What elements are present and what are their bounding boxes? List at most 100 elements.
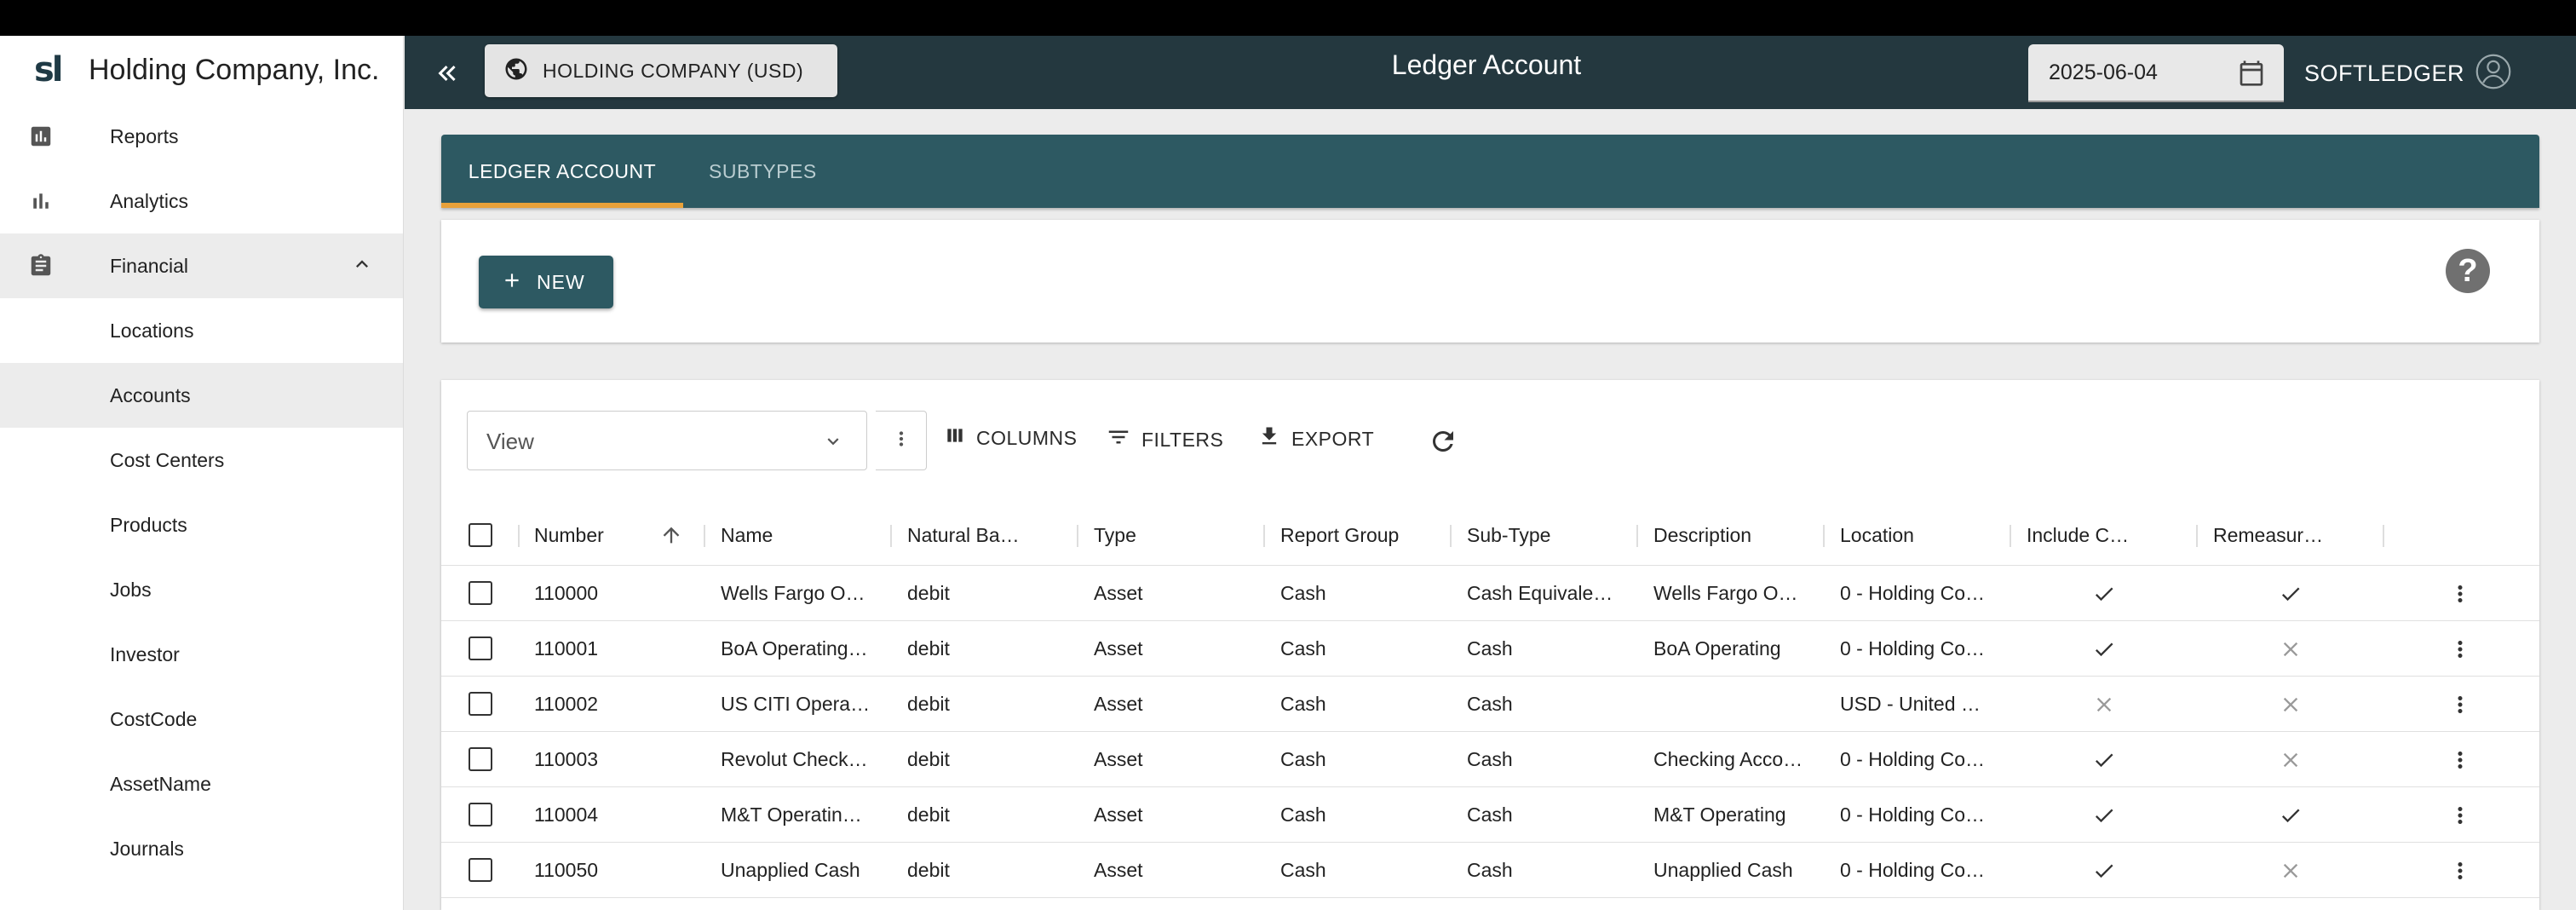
new-button[interactable]: NEW xyxy=(479,256,613,308)
tab-ledger-account[interactable]: LEDGER ACCOUNT xyxy=(441,135,683,208)
row-more-vertical-icon[interactable] xyxy=(2452,803,2469,828)
table-row[interactable]: 110001 BoA Operating… debit Asset Cash Cash Bo… xyxy=(441,621,2539,677)
row-more-vertical-icon[interactable] xyxy=(2452,692,2469,717)
row-checkbox[interactable] xyxy=(469,692,492,716)
row-checkbox[interactable] xyxy=(469,803,492,826)
row-checkbox[interactable] xyxy=(469,858,492,882)
company-selector-button[interactable]: HOLDING COMPANY (USD) xyxy=(485,44,837,97)
sidebar-item-costcode[interactable]: CostCode xyxy=(0,687,403,752)
sidebar-item-cost-centers[interactable]: Cost Centers xyxy=(0,428,403,492)
sidebar-item-reports[interactable]: Reports xyxy=(0,104,403,169)
sidebar-item-assetname[interactable]: AssetName xyxy=(0,752,403,816)
tab-subtypes[interactable]: SUBTYPES xyxy=(709,135,837,208)
calendar-icon[interactable] xyxy=(2238,60,2265,91)
column-separator xyxy=(1450,525,1452,547)
close-icon xyxy=(2279,748,2303,772)
chevron-up-icon[interactable] xyxy=(350,252,374,280)
cell-location: 0 - Holding Co… xyxy=(1840,748,1986,770)
cell-name: US CITI Opera… xyxy=(721,693,871,715)
cell-description xyxy=(1653,677,1807,732)
cell-name: Unapplied Cash xyxy=(721,859,860,881)
refresh-icon[interactable] xyxy=(1428,426,1458,461)
cell-number: 110004 xyxy=(534,803,599,826)
sidebar-item-investor[interactable]: Investor xyxy=(0,622,403,687)
row-checkbox[interactable] xyxy=(469,747,492,771)
sidebar-item-products[interactable]: Products xyxy=(0,492,403,557)
column-header-include[interactable]: Include C… xyxy=(2027,504,2129,566)
row-more-vertical-icon[interactable] xyxy=(2452,858,2469,884)
cell-name: BoA Operating… xyxy=(721,637,868,659)
cell-natural-balance: debit xyxy=(907,693,950,715)
sidebar: sl Holding Company, Inc. Reports Analyti… xyxy=(0,36,404,910)
cell-type: Asset xyxy=(1094,803,1143,826)
column-separator xyxy=(1077,525,1078,547)
column-header-location[interactable]: Location xyxy=(1840,504,1914,566)
plus-icon xyxy=(501,269,523,296)
column-header-name[interactable]: Name xyxy=(721,504,773,566)
cell-natural-balance: debit xyxy=(907,859,950,881)
select-all-checkbox[interactable] xyxy=(469,523,492,547)
cell-number: 110003 xyxy=(534,748,599,770)
row-more-vertical-icon[interactable] xyxy=(2452,581,2469,607)
page-title: Ledger Account xyxy=(1391,49,1582,80)
bar-chart-icon xyxy=(26,186,56,216)
table-row[interactable]: 110002 US CITI Opera… debit Asset Cash Cash US… xyxy=(441,677,2539,732)
cell-report-group: Cash xyxy=(1280,637,1326,659)
grid-header-row: Number Name Natural Ba… Type Report Grou… xyxy=(441,504,2539,566)
close-icon xyxy=(2279,693,2303,717)
columns-button[interactable]: COLUMNS xyxy=(944,424,1078,452)
cell-sub-type: Cash Equivale… xyxy=(1467,582,1613,604)
date-picker[interactable]: 2025-06-04 xyxy=(2028,44,2284,102)
sidebar-item-analytics[interactable]: Analytics xyxy=(0,169,403,233)
close-icon xyxy=(2092,693,2116,717)
cell-description: Checking Acco… xyxy=(1653,748,1803,770)
sidebar-item-financial[interactable]: Financial xyxy=(0,233,403,298)
cell-number: 110002 xyxy=(534,693,599,715)
sidebar-item-jobs[interactable]: Jobs xyxy=(0,557,403,622)
column-header-sub-type[interactable]: Sub-Type xyxy=(1467,504,1550,566)
column-separator xyxy=(518,525,520,547)
columns-icon xyxy=(944,424,966,452)
column-header-description[interactable]: Description xyxy=(1653,504,1751,566)
column-separator xyxy=(1636,525,1638,547)
column-header-number[interactable]: Number xyxy=(534,504,604,566)
cell-location: 0 - Holding Co… xyxy=(1840,637,1986,659)
column-header-type[interactable]: Type xyxy=(1094,504,1136,566)
filters-button[interactable]: FILTERS xyxy=(1106,424,1223,455)
table-row[interactable]: 110004 M&T Operatin… debit Asset Cash Cash M&T… xyxy=(441,787,2539,843)
column-header-natural-balance[interactable]: Natural Ba… xyxy=(907,504,1020,566)
column-header-report-group[interactable]: Report Group xyxy=(1280,504,1399,566)
column-separator xyxy=(890,525,892,547)
export-button[interactable]: EXPORT xyxy=(1257,424,1374,453)
row-checkbox[interactable] xyxy=(469,636,492,660)
sidebar-item-label: Financial xyxy=(110,254,189,277)
sidebar-item-accounts[interactable]: Accounts xyxy=(0,363,403,428)
sidebar-item-locations[interactable]: Locations xyxy=(0,298,403,363)
cell-sub-type: Cash xyxy=(1467,859,1513,881)
clipboard-icon xyxy=(26,251,56,281)
cell-sub-type: Cash xyxy=(1467,637,1513,659)
filters-label: FILTERS xyxy=(1141,428,1224,451)
row-more-vertical-icon[interactable] xyxy=(2452,636,2469,662)
table-row[interactable]: 110000 Wells Fargo O… debit Asset Cash Cash E… xyxy=(441,566,2539,621)
double-chevron-left-icon[interactable] xyxy=(430,58,464,89)
row-more-vertical-icon[interactable] xyxy=(2452,747,2469,773)
sidebar-item-journals[interactable]: Journals xyxy=(0,816,403,881)
view-select[interactable]: View xyxy=(467,411,867,470)
table-row[interactable]: 110003 Revolut Check… debit Asset Cash Cash Ch… xyxy=(441,732,2539,787)
close-icon xyxy=(2279,637,2303,661)
cell-location: 0 - Holding Co… xyxy=(1840,803,1986,826)
cell-report-group: Cash xyxy=(1280,748,1326,770)
row-checkbox[interactable] xyxy=(469,581,492,605)
export-label: EXPORT xyxy=(1291,427,1375,450)
help-icon[interactable]: ? xyxy=(2446,249,2490,293)
view-options-button[interactable] xyxy=(876,411,927,470)
cell-name: Wells Fargo O… xyxy=(721,582,865,604)
column-header-remeasure[interactable]: Remeasur… xyxy=(2213,504,2323,566)
user-menu[interactable]: SOFTLEDGER xyxy=(2304,53,2512,95)
logo: sl xyxy=(34,50,64,89)
user-avatar-icon xyxy=(2475,53,2512,95)
sidebar-item-label: Reports xyxy=(110,124,179,147)
table-row[interactable]: 110050 Unapplied Cash debit Asset Cash Cash Un… xyxy=(441,843,2539,898)
sort-ascending-icon[interactable] xyxy=(659,523,683,551)
